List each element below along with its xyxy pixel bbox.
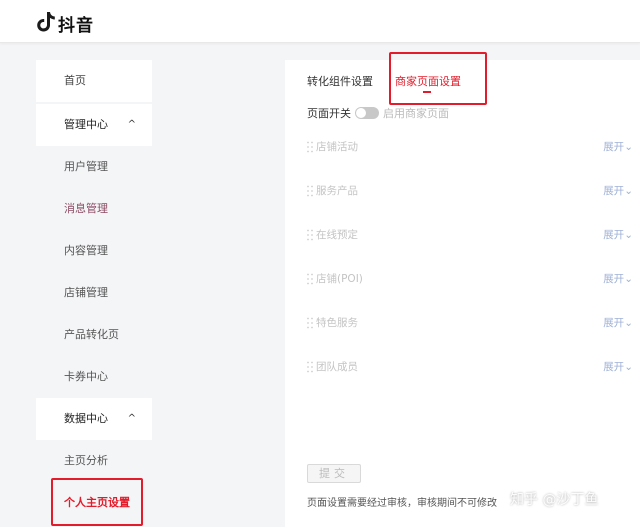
expand-text: 展开 xyxy=(603,273,625,285)
tab-conversion-component[interactable]: 转化组件设置 xyxy=(307,73,373,89)
expand-link[interactable]: 展开⌄ xyxy=(603,227,633,242)
drag-handle-icon[interactable] xyxy=(307,185,313,197)
drag-handle-icon[interactable] xyxy=(307,317,313,329)
sidebar-item-messages[interactable]: 消息管理 xyxy=(36,188,152,230)
active-tab-indicator xyxy=(423,91,431,93)
expand-text: 展开 xyxy=(603,185,625,197)
chevron-down-icon: ⌄ xyxy=(624,141,633,153)
expand-link[interactable]: 展开⌄ xyxy=(603,183,633,198)
section-row: 特色服务 展开⌄ xyxy=(307,314,633,332)
tiktok-note-icon[interactable] xyxy=(36,11,56,33)
chevron-down-icon: ⌄ xyxy=(624,361,633,373)
expand-text: 展开 xyxy=(603,317,625,329)
section-row: 团队成员 展开⌄ xyxy=(307,358,633,376)
section-row: 服务产品 展开⌄ xyxy=(307,182,633,200)
section-label: 在线预定 xyxy=(316,229,358,241)
expand-text: 展开 xyxy=(603,229,625,241)
sidebar-group-management[interactable]: 管理中心 ^ xyxy=(36,104,152,146)
sidebar-item-users[interactable]: 用户管理 xyxy=(36,146,152,188)
sidebar-item-home-analysis[interactable]: 主页分析 xyxy=(36,440,152,482)
chevron-up-icon: ^ xyxy=(127,413,136,424)
page-switch-row: 页面开关 启用商家页面 xyxy=(307,105,449,121)
chevron-down-icon: ⌄ xyxy=(624,273,633,285)
expand-link[interactable]: 展开⌄ xyxy=(603,271,633,286)
submit-button[interactable]: 提交 xyxy=(307,464,361,483)
logo-text[interactable]: 抖音 xyxy=(58,11,94,36)
sidebar-item-coupons[interactable]: 卡券中心 xyxy=(36,356,152,398)
sidebar-item-content[interactable]: 内容管理 xyxy=(36,230,152,272)
section-row: 在线预定 展开⌄ xyxy=(307,226,633,244)
expand-text: 展开 xyxy=(603,141,625,153)
expand-link[interactable]: 展开⌄ xyxy=(603,139,633,154)
watermark: 知乎 @沙丁鱼 xyxy=(510,492,599,508)
page-switch-toggle[interactable] xyxy=(355,107,379,119)
sidebar-item-label: 管理中心 xyxy=(64,118,108,131)
section-row: 店铺(POI) 展开⌄ xyxy=(307,270,633,288)
sidebar-item-home[interactable]: 首页 xyxy=(36,60,152,102)
section-label: 店铺活动 xyxy=(316,141,358,153)
tab-merchant-page[interactable]: 商家页面设置 xyxy=(395,73,461,89)
sidebar-group-data[interactable]: 数据中心 ^ xyxy=(36,398,152,440)
drag-handle-icon[interactable] xyxy=(307,273,313,285)
drag-handle-icon[interactable] xyxy=(307,141,313,153)
expand-text: 展开 xyxy=(603,361,625,373)
drag-handle-icon[interactable] xyxy=(307,229,313,241)
section-label: 特色服务 xyxy=(316,317,358,329)
top-header: 抖音 xyxy=(0,0,640,43)
sidebar-item-label: 数据中心 xyxy=(64,412,108,425)
chevron-down-icon: ⌄ xyxy=(624,317,633,329)
sidebar-item-product-conversion[interactable]: 产品转化页 xyxy=(36,314,152,356)
sidebar-item-shop[interactable]: 店铺管理 xyxy=(36,272,152,314)
chevron-down-icon: ⌄ xyxy=(624,229,633,241)
drag-handle-icon[interactable] xyxy=(307,361,313,373)
review-notice: 页面设置需要经过审核，审核期间不可修改 xyxy=(307,498,497,509)
section-row: 店铺活动 展开⌄ xyxy=(307,138,633,156)
expand-link[interactable]: 展开⌄ xyxy=(603,315,633,330)
chevron-up-icon: ^ xyxy=(127,119,136,130)
section-label: 店铺(POI) xyxy=(316,273,363,285)
page-switch-label: 页面开关 xyxy=(307,107,351,120)
page-switch-text: 启用商家页面 xyxy=(383,107,449,120)
section-label: 服务产品 xyxy=(316,185,358,197)
section-label: 团队成员 xyxy=(316,361,358,373)
sidebar-menu: 首页 管理中心 ^ 用户管理 消息管理 内容管理 店铺管理 产品转化页 卡券中心… xyxy=(36,60,152,524)
sidebar-item-profile-settings[interactable]: 个人主页设置 xyxy=(36,482,152,524)
chevron-down-icon: ⌄ xyxy=(624,185,633,197)
settings-panel: 转化组件设置 商家页面设置 页面开关 启用商家页面 店铺活动 展开⌄ 服务产品 … xyxy=(285,52,640,527)
expand-link[interactable]: 展开⌄ xyxy=(603,359,633,374)
